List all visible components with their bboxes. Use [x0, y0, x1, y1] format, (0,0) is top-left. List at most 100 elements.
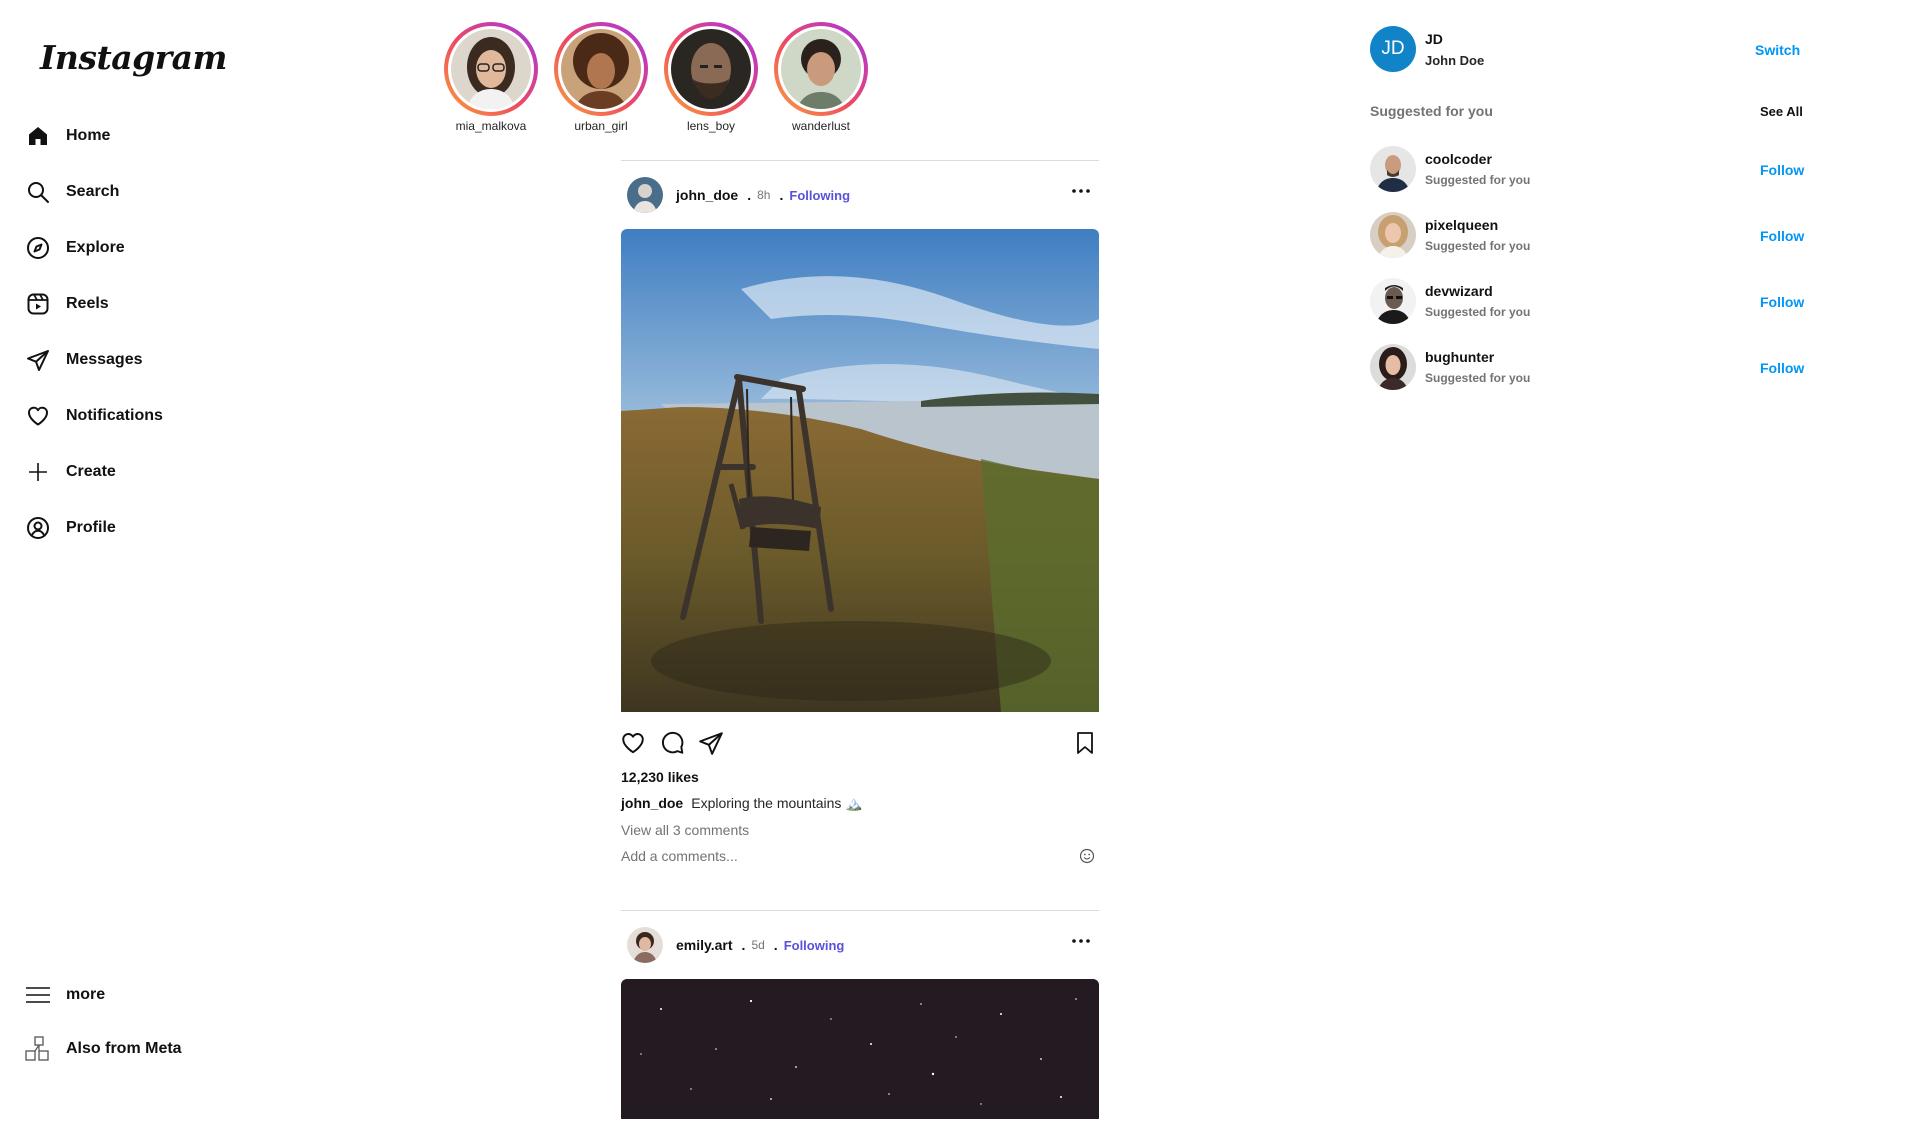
switch-account-button[interactable]: Switch [1755, 42, 1800, 58]
account-username[interactable]: JD [1425, 31, 1443, 47]
sidebar: Instagram Home Search Explore Reels Mess… [0, 0, 330, 1080]
story-item[interactable]: lens_boy [656, 22, 766, 133]
nav-item-more[interactable]: more [24, 968, 182, 1022]
nav-item-search[interactable]: Search [24, 164, 163, 220]
comment-icon[interactable] [658, 729, 686, 757]
bookmark-icon[interactable] [1071, 729, 1099, 757]
see-all-button[interactable]: See All [1760, 104, 1803, 119]
view-comments-link[interactable]: View all 3 comments [621, 822, 1099, 838]
story-username: wanderlust [791, 119, 851, 133]
share-icon[interactable] [697, 729, 725, 757]
story-ring [774, 22, 868, 116]
home-icon [24, 122, 52, 150]
post-avatar[interactable] [627, 177, 663, 213]
menu-icon [24, 981, 52, 1009]
story-avatar [671, 29, 751, 109]
suggestion-subtitle: Suggested for you [1425, 371, 1531, 385]
separator-dot: . [747, 187, 752, 203]
following-button[interactable]: Following [789, 188, 850, 203]
story-ring [554, 22, 648, 116]
main-nav: Home Search Explore Reels Messages Notif… [24, 108, 163, 556]
suggestion-avatar[interactable] [1370, 344, 1416, 390]
post-username[interactable]: john_doe [676, 187, 738, 203]
post-image[interactable] [621, 229, 1099, 717]
send-icon [24, 346, 52, 374]
separator-dot: . [741, 937, 746, 953]
nav-item-also-from-meta[interactable]: Also from Meta [24, 1022, 182, 1076]
suggestions-list: coolcoder Suggested for you Follow pixel… [1370, 146, 1810, 410]
story-username: urban_girl [574, 119, 628, 133]
more-options-icon[interactable] [1069, 933, 1093, 949]
more-options-icon[interactable] [1069, 183, 1093, 199]
stories-bar: mia_malkova urban_girl lens_boy wanderlu… [436, 22, 876, 133]
story-avatar [561, 29, 641, 109]
story-item[interactable]: wanderlust [766, 22, 876, 133]
nav-item-reels[interactable]: Reels [24, 276, 163, 332]
nav-item-home[interactable]: Home [24, 108, 163, 164]
post-caption: john_doe Exploring the mountains 🏔️ [621, 795, 1099, 812]
instagram-logo[interactable]: Instagram [40, 38, 227, 77]
suggestion-subtitle: Suggested for you [1425, 239, 1531, 253]
nav-label: Profile [66, 519, 116, 536]
suggestion-username[interactable]: devwizard [1425, 283, 1493, 299]
like-icon[interactable] [619, 729, 647, 757]
suggestion-username[interactable]: bughunter [1425, 349, 1494, 365]
post-header: john_doe . 8h . Following [621, 161, 1099, 229]
follow-button[interactable]: Follow [1760, 360, 1804, 376]
heart-icon [24, 402, 52, 430]
post: john_doe . 8h . Following 12,230 likes j… [621, 161, 1099, 868]
feed: john_doe . 8h . Following 12,230 likes j… [621, 160, 1099, 1124]
account-avatar[interactable]: JD [1370, 26, 1416, 72]
post-username[interactable]: emily.art [676, 937, 733, 953]
story-item[interactable]: urban_girl [546, 22, 656, 133]
nav-label: Messages [66, 351, 143, 368]
follow-button[interactable]: Follow [1760, 162, 1804, 178]
suggestion-item: bughunter Suggested for you Follow [1370, 344, 1810, 410]
suggestions-title: Suggested for you [1370, 103, 1493, 119]
profile-icon [24, 514, 52, 542]
nav-item-create[interactable]: Create [24, 444, 163, 500]
likes-count[interactable]: 12,230 likes [621, 769, 1099, 785]
sidebar-bottom: more Also from Meta [24, 968, 182, 1076]
nav-item-notifications[interactable]: Notifications [24, 388, 163, 444]
suggestion-item: coolcoder Suggested for you Follow [1370, 146, 1810, 212]
post-time: 8h [757, 188, 771, 202]
suggestion-avatar[interactable] [1370, 278, 1416, 324]
nav-item-explore[interactable]: Explore [24, 220, 163, 276]
post-header: emily.art . 5d . Following [621, 911, 1099, 979]
nav-label: Explore [66, 239, 125, 256]
post-image[interactable] [621, 979, 1099, 1124]
add-comment-row [621, 848, 1099, 868]
emoji-icon[interactable] [1079, 848, 1097, 866]
story-item[interactable]: mia_malkova [436, 22, 546, 133]
suggestion-avatar[interactable] [1370, 212, 1416, 258]
story-ring [664, 22, 758, 116]
post-avatar[interactable] [627, 927, 663, 963]
nav-label: Home [66, 127, 111, 144]
suggestion-username[interactable]: coolcoder [1425, 151, 1492, 167]
reels-icon [24, 290, 52, 318]
suggestion-subtitle: Suggested for you [1425, 305, 1531, 319]
nav-item-messages[interactable]: Messages [24, 332, 163, 388]
caption-username[interactable]: john_doe [621, 795, 683, 811]
following-button[interactable]: Following [784, 938, 845, 953]
suggestion-username[interactable]: pixelqueen [1425, 217, 1498, 233]
story-avatar [781, 29, 861, 109]
post-actions [621, 717, 1099, 769]
suggestion-avatar[interactable] [1370, 146, 1416, 192]
nav-label: Reels [66, 295, 109, 312]
nav-label: Also from Meta [66, 1040, 182, 1057]
story-username: mia_malkova [455, 119, 527, 133]
add-comment-input[interactable] [621, 848, 1041, 864]
separator-dot: . [779, 187, 784, 203]
nav-label: more [66, 986, 106, 1003]
story-avatar [451, 29, 531, 109]
caption-text: Exploring the mountains 🏔️ [691, 795, 863, 811]
post-time: 5d [751, 938, 765, 952]
nav-item-profile[interactable]: Profile [24, 500, 163, 556]
nav-label: Search [66, 183, 120, 200]
follow-button[interactable]: Follow [1760, 228, 1804, 244]
follow-button[interactable]: Follow [1760, 294, 1804, 310]
nav-label: Create [66, 463, 116, 480]
story-ring [444, 22, 538, 116]
